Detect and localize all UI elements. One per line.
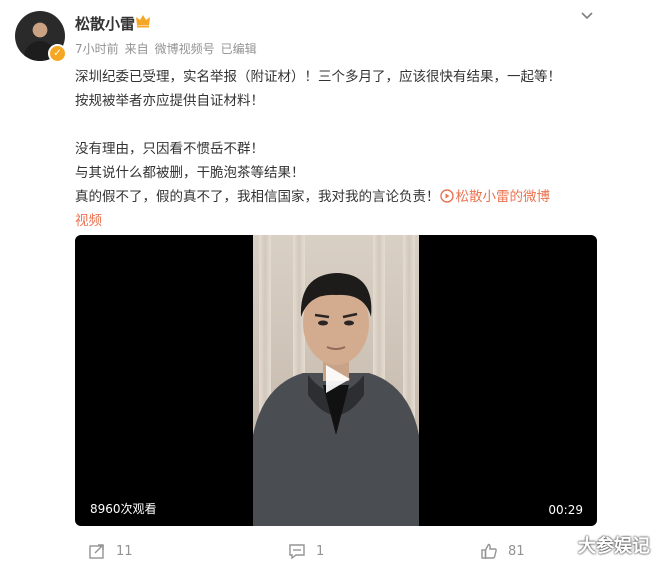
view-count: 8960次观看 xyxy=(90,502,157,516)
like-button[interactable]: 81 xyxy=(480,542,525,560)
post-text-line: 真的假不了，假的真不了，我相信国家，我对我的言论负责！ 松散小雷的微博 xyxy=(75,185,615,209)
repost-count: 11 xyxy=(116,543,133,559)
video-link-text[interactable]: 松散小雷的微博 xyxy=(456,189,551,205)
verified-badge-icon: ✓ xyxy=(48,44,67,63)
comment-count: 1 xyxy=(316,543,325,559)
chevron-down-icon[interactable] xyxy=(580,9,594,23)
video-duration: 00:29 xyxy=(548,503,583,517)
post-text-line: 按规被举者亦应提供自证材料！ xyxy=(75,93,264,109)
action-bar: 11 1 81 xyxy=(0,538,660,568)
thumbs-up-icon xyxy=(481,543,497,559)
video-link-continued[interactable]: 视频 xyxy=(75,213,102,229)
comment-button[interactable]: 1 xyxy=(288,542,324,560)
watermark: 大参娱记 xyxy=(578,536,650,557)
username[interactable]: 松散小雷 xyxy=(75,13,135,34)
post-text-line: 没有理由，只因看不惯岳不群！ xyxy=(75,141,264,157)
post-text-line: 深圳纪委已受理，实名举报（附证材）！三个多月了，应该很快有结果，一起等！ xyxy=(75,69,561,85)
post-time[interactable]: 7小时前 xyxy=(75,40,119,57)
video-link-icon xyxy=(439,189,454,203)
video-player[interactable]: 8960次观看 00:29 xyxy=(75,235,597,526)
post-text-line: 视频 xyxy=(75,209,615,233)
repost-button[interactable]: 11 xyxy=(88,542,133,560)
crown-icon xyxy=(136,15,150,28)
like-count: 81 xyxy=(508,543,525,559)
play-icon[interactable] xyxy=(318,361,354,397)
source-prefix: 来自 xyxy=(124,42,149,56)
repost-icon xyxy=(89,544,104,559)
post-content: 深圳纪委已受理，实名举报（附证材）！三个多月了，应该很快有结果，一起等！ 按规被… xyxy=(75,65,615,233)
post-source[interactable]: 微博视频号 xyxy=(155,40,215,57)
post-text-line: 与其说什么都被删，干脆泡茶等结果！ xyxy=(75,165,305,181)
comment-icon xyxy=(289,544,305,560)
edited-label[interactable]: 已编辑 xyxy=(221,40,257,57)
post-meta: 7小时前 来自 微博视频号 已编辑 xyxy=(75,40,257,57)
weibo-post-card: ✓ 松散小雷 7小时前 来自 微博视频号 已编辑 深圳纪委已受理，实名举报（附证… xyxy=(0,0,660,569)
video-link[interactable]: 松散小雷的微博 xyxy=(439,189,551,205)
post-text-span: 真的假不了，假的真不了，我相信国家，我对我的言论负责！ xyxy=(75,189,440,205)
